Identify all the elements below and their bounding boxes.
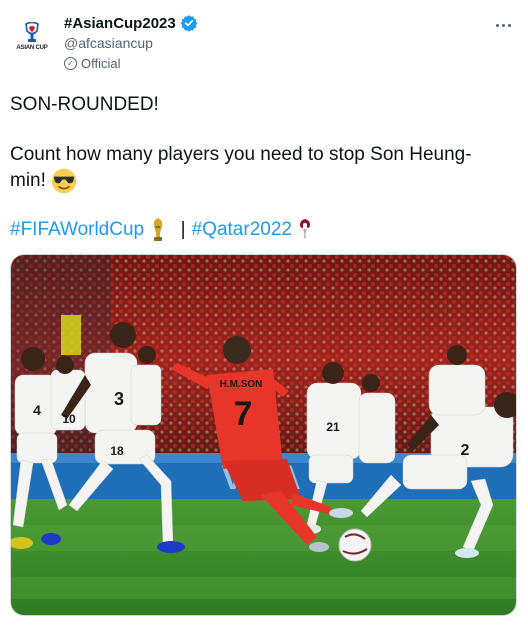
hashtag-qatar2022[interactable]: #Qatar2022 <box>192 219 292 240</box>
account-name-row: #AsianCup2023 <box>64 14 198 32</box>
hashtag-separator: | <box>180 219 186 241</box>
player-number-21: 21 <box>326 420 340 434</box>
tweet-text-line3: min! <box>10 168 514 194</box>
son-jersey-number: 7 <box>234 395 253 433</box>
player-number-2: 2 <box>461 442 470 459</box>
player-number-10: 10 <box>62 412 76 426</box>
display-name[interactable]: #AsianCup2023 <box>64 15 176 32</box>
tweet-text-line2: Count how many players you need to stop … <box>10 144 472 165</box>
tweet-text-line1: SON-ROUNDED! <box>10 94 159 115</box>
more-dot-icon <box>495 23 499 27</box>
checkmark-circle-icon: ✓ <box>64 57 77 70</box>
hashtags-line: #FIFAWorldCup | #Qatar2022 <box>10 217 514 243</box>
hashtag-fifaworldcup[interactable]: #FIFAWorldCup <box>10 219 144 240</box>
avatar[interactable]: ASIAN CUP <box>12 16 52 56</box>
qatar-2022-emblem-icon <box>300 219 311 238</box>
tweet: ASIAN CUP #AsianCup2023 @afcasiancup ✓ O… <box>0 0 528 625</box>
world-cup-trophy-icon <box>154 218 163 241</box>
more-dot-icon <box>501 23 505 27</box>
sunglasses-face-icon <box>51 168 77 194</box>
match-photo-image: VISA <box>11 255 516 615</box>
tweet-text-line3-text: min! <box>10 170 46 192</box>
avatar-text: ASIAN CUP <box>16 44 48 51</box>
son-jersey-name: H.M.SON <box>220 379 263 390</box>
player-number-18: 18 <box>110 444 124 458</box>
official-text: Official <box>81 56 121 71</box>
player-number-4: 4 <box>33 402 41 418</box>
more-options-button[interactable] <box>492 14 514 36</box>
official-label: ✓ Official <box>64 56 121 71</box>
more-dot-icon <box>507 23 511 27</box>
handle[interactable]: @afcasiancup <box>64 35 153 51</box>
player-number-3: 3 <box>114 389 124 409</box>
tweet-media-photo[interactable]: VISA <box>10 254 517 616</box>
verified-badge-icon <box>180 15 198 32</box>
asian-cup-logo-icon <box>25 21 39 42</box>
